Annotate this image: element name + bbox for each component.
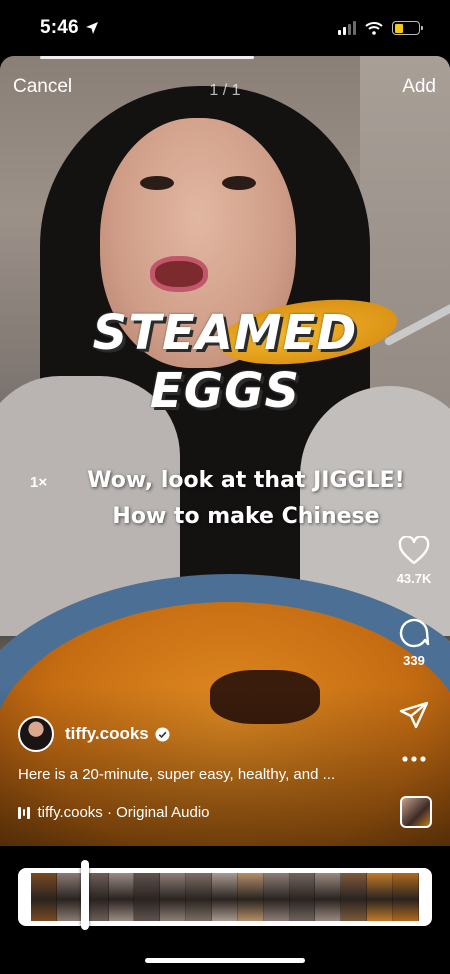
avatar[interactable] [18, 716, 54, 752]
timeline-playhead[interactable] [81, 860, 90, 930]
story-progress-bar [40, 56, 254, 59]
timeline-frame [56, 873, 83, 921]
verified-badge-icon [155, 726, 170, 742]
title-line-1: STEAMED [92, 305, 358, 361]
battery-icon [392, 21, 423, 35]
timeline-frame [108, 873, 135, 921]
like-count: 43.7K [396, 571, 432, 586]
share-icon[interactable] [398, 700, 430, 730]
timeline-frame [367, 873, 394, 921]
audio-row[interactable]: tiffy.cooks · Original Audio [18, 804, 210, 821]
like-action[interactable]: 43.7K [384, 536, 444, 586]
location-arrow-icon [85, 22, 98, 34]
timeline-strip[interactable] [18, 868, 432, 926]
heart-icon[interactable] [398, 536, 430, 566]
timeline-frame [160, 873, 187, 921]
timeline-frame [263, 873, 290, 921]
audio-label[interactable]: tiffy.cooks · Original Audio [38, 804, 210, 821]
status-bar: 5:46 [0, 0, 450, 56]
timeline-frame [212, 873, 238, 921]
top-controls: Cancel 1 / 1 Add [0, 56, 450, 116]
cancel-button[interactable]: Cancel [13, 76, 72, 98]
timeline-frame [393, 873, 419, 921]
post-caption[interactable]: Here is a 20-minute, super easy, healthy… [18, 766, 388, 783]
video-subject-eye [222, 176, 256, 190]
video-title-overlay: STEAMED EGGS [0, 304, 450, 420]
author-row[interactable]: tiffy.cooks [18, 716, 170, 752]
timeline-frame [186, 873, 213, 921]
cellular-signal-icon [338, 21, 356, 35]
wifi-icon [365, 22, 383, 35]
comment-icon[interactable] [398, 616, 430, 648]
more-icon[interactable] [398, 754, 430, 764]
speed-label[interactable]: 1× [30, 474, 47, 491]
comment-count: 339 [403, 653, 425, 668]
timeline-frame [31, 873, 57, 921]
comment-action[interactable]: 339 [384, 616, 444, 668]
add-button[interactable]: Add [402, 76, 436, 98]
username[interactable]: tiffy.cooks [65, 724, 149, 744]
audio-thumbnail[interactable] [400, 796, 432, 828]
battery-level [394, 23, 403, 33]
page-counter: 1 / 1 [209, 82, 241, 99]
video-subject-mouth [150, 256, 208, 292]
timeline-frame [237, 873, 264, 921]
timeline-frames [31, 873, 419, 921]
home-indicator[interactable] [145, 958, 305, 963]
timeline-frame [315, 873, 342, 921]
audio-bars-icon [18, 806, 30, 820]
timeline-frame [289, 873, 316, 921]
timeline-frame [341, 873, 368, 921]
timeline-frame [134, 873, 161, 921]
share-action[interactable] [384, 700, 444, 730]
more-action[interactable] [384, 754, 444, 764]
status-time: 5:46 [40, 17, 79, 38]
video-subject-eye [140, 176, 174, 190]
title-line-2: EGGS [149, 363, 301, 419]
subtitle-line-2: How to make Chinese [112, 504, 380, 529]
subtitle-line-1: Wow, look at that JIGGLE! [87, 468, 405, 493]
